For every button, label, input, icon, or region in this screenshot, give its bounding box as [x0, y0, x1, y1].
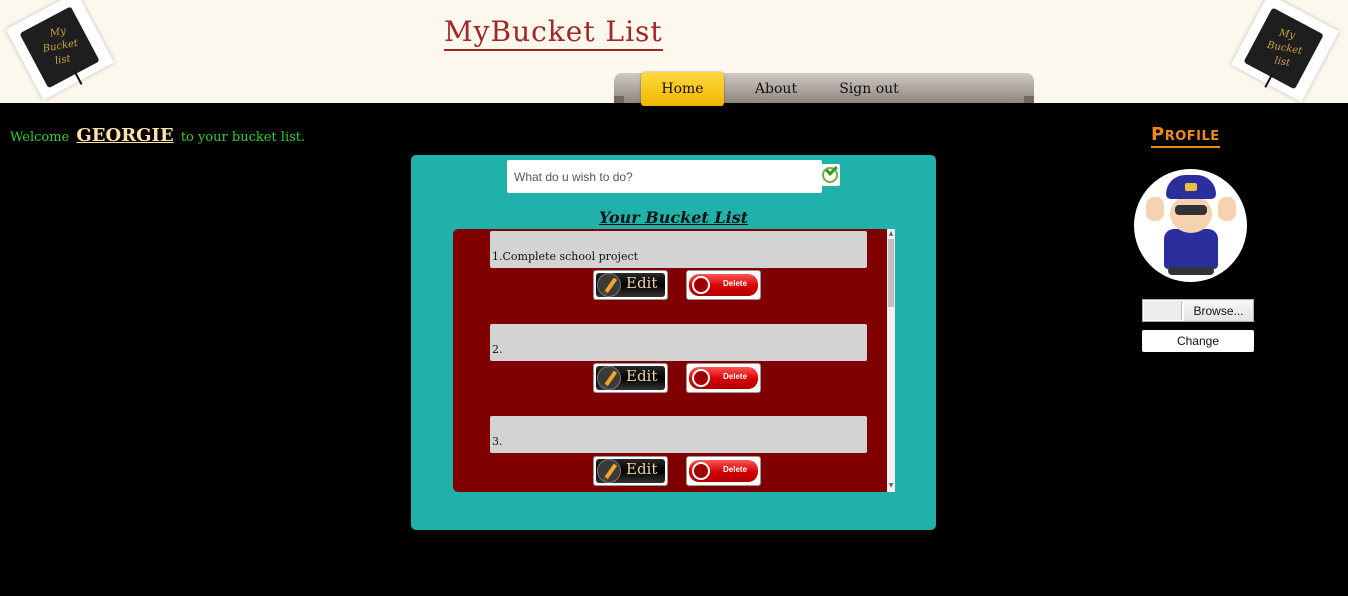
avatar: [1134, 169, 1247, 282]
delete-label: Delete: [723, 279, 748, 288]
nav-bar-edge-left: [614, 96, 624, 103]
avatar-glasses: [1175, 205, 1207, 215]
welcome-message: Welcome GEORGIE to your bucket list.: [10, 125, 305, 146]
list-item: 3.: [490, 416, 867, 453]
edit-button-face: Edit: [596, 459, 665, 483]
scroll-thumb[interactable]: [888, 239, 894, 307]
nav-sign-out[interactable]: Sign out: [836, 72, 902, 106]
username: GEORGIE: [76, 125, 174, 146]
logo-left: My Bucket list: [5, 0, 115, 101]
edit-label: Edit: [626, 367, 658, 385]
browse-button[interactable]: Browse...: [1184, 300, 1253, 321]
scroll-up-arrow-icon[interactable]: ▲: [888, 231, 894, 237]
avatar-body: [1164, 229, 1218, 269]
avatar-shoes: [1168, 267, 1214, 275]
change-photo-button[interactable]: Change: [1142, 330, 1254, 352]
delete-button-face: Delete: [689, 274, 758, 296]
scroll-down-arrow-icon[interactable]: ▼: [888, 483, 894, 489]
delete-button[interactable]: Delete: [686, 270, 761, 300]
file-upload-field[interactable]: Browse...: [1142, 299, 1254, 322]
pencil-icon: [597, 366, 621, 390]
welcome-prefix: Welcome: [10, 130, 70, 145]
list-heading-text: Your Bucket List: [598, 208, 749, 227]
edit-label: Edit: [626, 460, 658, 478]
delete-label: Delete: [723, 465, 748, 474]
file-name-display: [1144, 301, 1182, 320]
delete-button-face: Delete: [689, 367, 758, 389]
edit-button[interactable]: Edit: [593, 270, 668, 300]
list-item: 1.Complete school project: [490, 231, 867, 268]
profile-title: Profile: [1151, 124, 1220, 148]
list-item: 2.: [490, 324, 867, 361]
page: My Bucket list MyBucket List Home About …: [0, 0, 1348, 596]
logo-text: My Bucket list: [1266, 27, 1303, 69]
nav-about[interactable]: About: [744, 72, 808, 106]
edit-button-face: Edit: [596, 366, 665, 390]
edit-button-face: Edit: [596, 273, 665, 297]
edit-label: Edit: [626, 274, 658, 292]
list-scrollbar[interactable]: ▲ ▼: [887, 229, 895, 492]
welcome-suffix: to your bucket list.: [180, 130, 306, 145]
avatar-hat-badge: [1185, 183, 1197, 191]
list-heading: Your Bucket List: [411, 208, 936, 227]
edit-button[interactable]: Edit: [593, 363, 668, 393]
avatar-hand-left: [1146, 197, 1164, 221]
pencil-icon: [597, 459, 621, 483]
bucket-list: 1.Complete school project Edit Delete 2.…: [453, 229, 895, 492]
nav-home[interactable]: Home: [641, 72, 724, 106]
delete-button[interactable]: Delete: [686, 456, 761, 486]
add-task-button[interactable]: [820, 163, 840, 186]
edit-button[interactable]: Edit: [593, 456, 668, 486]
new-task-input[interactable]: [507, 160, 822, 193]
logo-text: My Bucket list: [41, 25, 79, 67]
avatar-hand-right: [1218, 197, 1236, 221]
delete-label: Delete: [723, 372, 748, 381]
header: My Bucket list MyBucket List Home About …: [0, 0, 1348, 106]
delete-button[interactable]: Delete: [686, 363, 761, 393]
logo-right: My Bucket list: [1230, 0, 1340, 103]
delete-button-face: Delete: [689, 460, 758, 482]
delete-icon: [692, 369, 710, 387]
delete-icon: [692, 462, 710, 480]
pencil-icon: [597, 273, 621, 297]
delete-icon: [692, 276, 710, 294]
site-title: MyBucket List: [444, 16, 663, 51]
nav-bar-edge-right: [1024, 96, 1034, 103]
